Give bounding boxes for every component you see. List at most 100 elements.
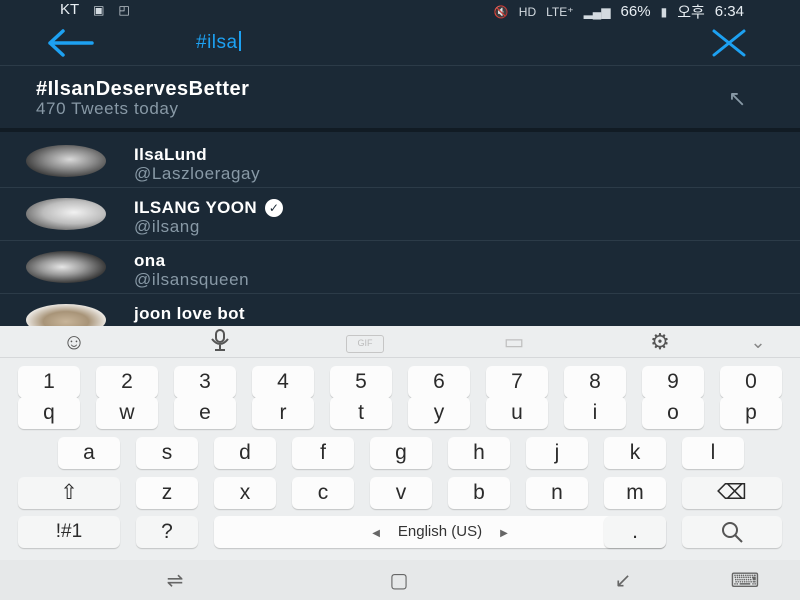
carrier-label: KT [60,1,80,18]
status-bar: KT ▣ ◰ 🔇 HD LTE⁺ ▂▄▆ 66% ▮ 오후 6:34 [0,0,800,21]
trend-count: 470 Tweets today [36,99,179,118]
keyboard-icon[interactable]: ⌨ [720,568,770,593]
user-handle: @ilsang [134,217,200,236]
arrow-up-left-icon[interactable]: ↖ [728,86,746,112]
key-5[interactable]: 5 [330,366,392,398]
user-handle: @Laszloeragay [134,164,261,183]
key-j[interactable]: j [526,437,588,469]
key-q[interactable]: q [18,397,80,429]
key-h[interactable]: h [448,437,510,469]
key-o[interactable]: o [642,397,704,429]
key-g[interactable]: g [370,437,432,469]
key-p[interactable]: p [720,397,782,429]
question-key[interactable]: ? [136,516,198,548]
search-query: #ilsa [196,32,238,53]
avatar [26,251,106,283]
key-8[interactable]: 8 [564,366,626,398]
user-name: ona [134,251,166,270]
avatar [26,145,106,177]
trend-hashtag: #IlsanDeservesBetter [36,78,250,100]
period-key[interactable]: . [604,516,666,548]
key-1[interactable]: 1 [18,366,80,398]
language-label: English (US) [397,523,483,540]
user-name: joon love bot [134,304,245,323]
key-y[interactable]: y [408,397,470,429]
keyboard-toolbar: ☺ GIF ▭ ⚙ ⌄ [0,326,800,358]
key-l[interactable]: l [682,437,744,469]
list-item[interactable]: joon love bot [0,294,800,326]
key-0[interactable]: 0 [720,366,782,398]
ampm-label: 오후 [677,4,705,21]
battery-icon: ▮ [660,4,668,19]
emoji-icon[interactable]: ☺ [52,328,96,356]
key-6[interactable]: 6 [408,366,470,398]
key-7[interactable]: 7 [486,366,548,398]
close-icon[interactable] [708,26,750,60]
user-name: ILSANG YOON ✓ [134,198,284,218]
list-item[interactable]: IlsaLund @Laszloeragay [0,135,800,188]
trend-suggestion[interactable]: #IlsanDeservesBetter 470 Tweets today ↖ [0,66,800,132]
key-d[interactable]: d [214,437,276,469]
system-nav-bar: ⇌ ▢ ↙ ⌨ [0,560,800,600]
key-x[interactable]: x [214,477,276,509]
lte-icon: LTE⁺ [546,4,574,19]
backspace-key[interactable]: ⌫ [682,477,782,509]
gif-icon[interactable]: GIF [346,335,384,353]
sticker-icon[interactable]: ▭ [492,328,536,356]
verified-badge-icon: ✓ [265,199,284,217]
key-b[interactable]: b [448,477,510,509]
home-icon[interactable]: ▢ [374,568,424,593]
recent-apps-icon[interactable]: ⇌ [150,568,200,593]
key-n[interactable]: n [526,477,588,509]
search-input[interactable]: #ilsa [196,31,241,54]
signal-icon: ▂▄▆ [583,4,611,19]
key-a[interactable]: a [58,437,120,469]
avatar [26,304,106,326]
key-4[interactable]: 4 [252,366,314,398]
key-f[interactable]: f [292,437,354,469]
clock: 6:34 [714,3,744,20]
key-m[interactable]: m [604,477,666,509]
key-3[interactable]: 3 [174,366,236,398]
talk-icon: ▣ [93,2,105,17]
gear-icon[interactable]: ⚙ [638,328,682,356]
key-w[interactable]: w [96,397,158,429]
text-caret [238,31,241,51]
list-item[interactable]: ona @ilsansqueen [0,241,800,294]
search-bar: #ilsa [0,20,800,66]
key-k[interactable]: k [604,437,666,469]
screenshot-icon: ◰ [118,2,130,17]
mute-icon: 🔇 [493,4,509,19]
user-suggestion-list: IlsaLund @Laszloeragay ILSANG YOON ✓ @ils… [0,135,800,326]
user-name: IlsaLund [134,145,208,164]
key-e[interactable]: e [174,397,236,429]
backspace-icon: ⌫ [717,481,747,504]
user-handle: @ilsansqueen [134,270,250,289]
key-2[interactable]: 2 [96,366,158,398]
key-i[interactable]: i [564,397,626,429]
key-s[interactable]: s [136,437,198,469]
key-c[interactable]: c [292,477,354,509]
spacebar[interactable]: ◀ English (US) ▶ [214,516,666,548]
back-nav-icon[interactable]: ↙ [598,568,648,593]
search-key[interactable] [682,516,782,548]
arrow-left-icon[interactable] [46,26,96,60]
key-9[interactable]: 9 [642,366,704,398]
chevron-down-icon[interactable]: ⌄ [736,328,780,356]
shift-icon: ⇧ [60,481,78,504]
soft-keyboard: ☺ GIF ▭ ⚙ ⌄ 1 2 3 4 5 6 7 8 9 0 q w e r … [0,326,800,560]
symbols-key[interactable]: !#1 [18,516,120,548]
key-r[interactable]: r [252,397,314,429]
search-icon [719,520,745,544]
hd-icon: HD [518,4,537,19]
list-item[interactable]: ILSANG YOON ✓ @ilsang [0,188,800,241]
key-t[interactable]: t [330,397,392,429]
microphone-icon[interactable] [198,328,242,356]
key-u[interactable]: u [486,397,548,429]
shift-key[interactable]: ⇧ [18,477,120,509]
key-z[interactable]: z [136,477,198,509]
triangle-left-icon: ◀ [372,528,380,539]
triangle-right-icon: ▶ [500,528,508,539]
avatar [26,198,106,230]
key-v[interactable]: v [370,477,432,509]
